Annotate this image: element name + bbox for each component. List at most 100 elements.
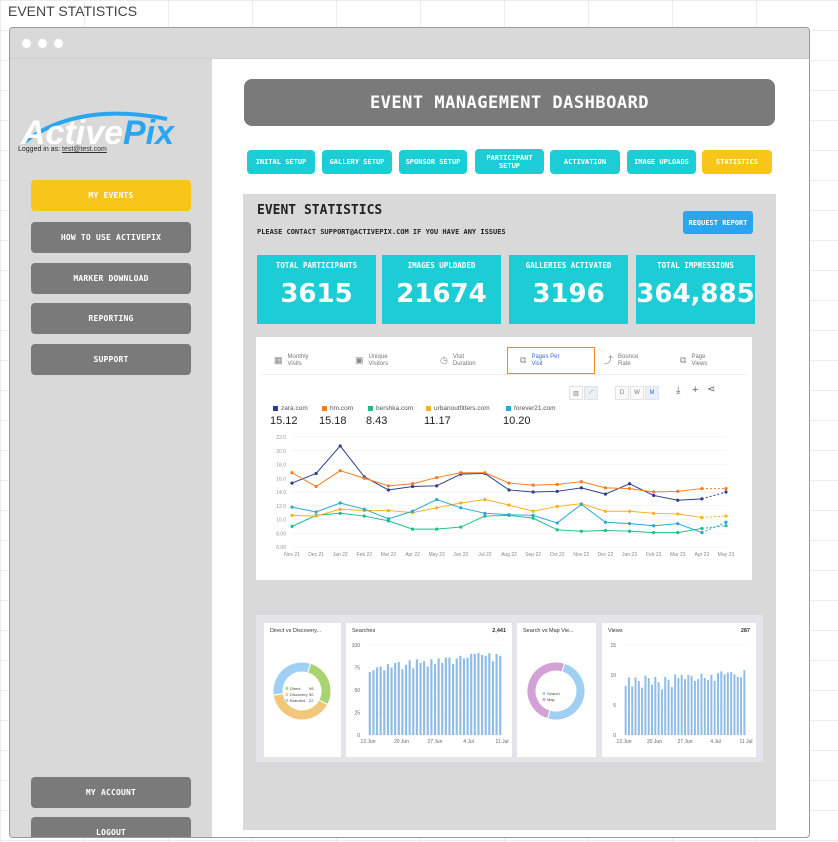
bar: [462, 658, 466, 735]
window-dot-icon[interactable]: [22, 38, 31, 48]
granularity-day-button[interactable]: D: [615, 386, 629, 400]
y-tick-label: 8.00: [276, 531, 286, 537]
y-tick-label: 10: [610, 673, 616, 679]
metric-tab-bounce-rate[interactable]: ⤴ Bounce Rate: [604, 347, 646, 374]
sidebar-item-my-events[interactable]: MY EVENTS: [31, 180, 191, 211]
data-point: [386, 488, 391, 492]
data-point: [603, 486, 608, 490]
data-point: [531, 509, 535, 513]
data-point: [676, 489, 680, 493]
legend-label: zara.com: [281, 405, 308, 412]
logged-in-email-link[interactable]: test@test.com: [62, 146, 107, 153]
granularity-week-button[interactable]: W: [630, 386, 644, 400]
window-dot-icon[interactable]: [38, 38, 47, 48]
x-tick-label: Dec 21: [308, 552, 324, 558]
series-line-projection: [701, 491, 727, 500]
data-point: [314, 510, 318, 514]
data-point: [700, 497, 704, 501]
legend-item-hm[interactable]: hm.com: [322, 405, 353, 412]
tab-participant-setup[interactable]: PARTICIPANT SETUP: [475, 149, 544, 174]
searches-card: Searches 2,441 0 25 50 75 100 13 Jun 20 Jun 27 …: [346, 623, 512, 757]
tab-sponsor-setup[interactable]: SPONSOR SETUP: [399, 150, 467, 174]
bar: [437, 658, 440, 735]
stat-value: 21674: [396, 279, 487, 309]
y-tick-label: 10.0: [276, 518, 286, 524]
data-point: [435, 527, 439, 531]
sidebar-item-reporting[interactable]: REPORTING: [31, 303, 191, 334]
y-tick-label: 16.0: [276, 476, 286, 482]
add-icon[interactable]: +: [692, 384, 698, 396]
data-point: [531, 516, 535, 520]
window-dot-icon[interactable]: [54, 38, 63, 48]
data-point: [483, 514, 487, 518]
y-tick-label: 6.00: [276, 545, 286, 551]
legend-checkbox-icon[interactable]: [368, 406, 373, 411]
data-point: [314, 471, 318, 476]
legend-value: 8.43: [366, 415, 388, 427]
legend-dot: [285, 687, 289, 690]
metric-tab-pages-per-visit[interactable]: ⧉ Pages Per Visit: [507, 347, 595, 374]
x-tick-label: 20 Jun: [394, 739, 409, 745]
legend-item-urbanoutfitters[interactable]: urbanoutfitters.com: [426, 405, 490, 412]
x-tick-label: Feb 22: [357, 552, 373, 558]
stat-label: TOTAL PARTICIPANTS: [275, 261, 358, 270]
tab-activation[interactable]: ACTIVATION: [550, 150, 620, 174]
legend-checkbox-icon[interactable]: [506, 406, 511, 411]
legend-item-zara[interactable]: zara.com: [273, 405, 308, 412]
bar: [484, 655, 487, 735]
granularity-month-button[interactable]: M: [645, 386, 659, 400]
tab-image-uploads[interactable]: IMAGE UPLOADS: [627, 150, 696, 174]
bar: [627, 677, 630, 735]
x-tick-label: Aug 22: [501, 552, 517, 558]
sidebar-item-my-account[interactable]: MY ACCOUNT: [31, 777, 191, 808]
bar: [383, 670, 386, 735]
data-point: [386, 508, 391, 513]
share-icon[interactable]: ⋖: [707, 384, 715, 395]
bar-view-icon[interactable]: ▥: [569, 386, 583, 400]
legend-checkbox-icon[interactable]: [426, 406, 431, 411]
data-point: [459, 471, 463, 475]
bar: [634, 677, 637, 735]
metric-tab-monthly-visits[interactable]: ▦ Monthly Visits: [274, 347, 318, 374]
legend-item-forever21[interactable]: forever21.com: [506, 405, 556, 412]
metric-tab-label: Visit Duration: [452, 353, 476, 367]
legend-checkbox-icon[interactable]: [273, 406, 278, 411]
data-point: [338, 507, 342, 511]
bar: [660, 689, 663, 735]
bar: [415, 659, 418, 735]
download-icon[interactable]: ⤓: [676, 385, 680, 396]
legend-checkbox-icon[interactable]: [322, 406, 327, 411]
bar: [466, 657, 469, 735]
sidebar-item-how-to-use[interactable]: HOW TO USE ACTIVEPIX: [31, 222, 191, 253]
bar: [386, 663, 390, 735]
data-point: [652, 511, 656, 515]
tab-initial-setup[interactable]: INITAL SETUP: [247, 150, 315, 174]
data-point: [652, 490, 656, 494]
bar: [419, 663, 422, 735]
stat-label: IMAGES UPLOADED: [407, 261, 476, 270]
bar: [677, 678, 680, 735]
line-view-icon[interactable]: ⟋: [584, 386, 598, 400]
x-tick-label: 13 Jun: [360, 739, 375, 745]
tab-gallery-setup[interactable]: GALLERY SETUP: [322, 150, 392, 174]
metric-tab-unique-visitors[interactable]: ▣ Unique Visitors: [355, 347, 401, 374]
support-notice: PLEASE CONTACT SUPPORT@ACTIVEPIX.COM IF …: [257, 228, 506, 236]
bounce-icon: ⤴: [604, 355, 614, 365]
sidebar-item-logout[interactable]: LOGOUT: [31, 817, 191, 837]
data-point: [579, 529, 583, 533]
legend-value: 11.17: [424, 415, 451, 427]
x-tick-label: Nov 21: [284, 552, 300, 558]
metric-tab-page-views[interactable]: ⧉ Page Views: [680, 347, 715, 374]
sidebar-item-support[interactable]: SUPPORT: [31, 344, 191, 375]
sidebar-item-marker-download[interactable]: MARKER DOWNLOAD: [31, 263, 191, 294]
y-tick-label: 50: [354, 688, 360, 694]
legend-item-bershka[interactable]: bershka.com: [368, 405, 413, 412]
x-tick-label: 4 Jul: [710, 739, 721, 745]
legend-value: 50: [309, 692, 314, 697]
y-tick-label: 5: [613, 703, 616, 709]
x-tick-label: 20 Jun: [647, 739, 662, 745]
tab-statistics[interactable]: STATISTICS: [702, 150, 772, 174]
bar: [631, 686, 634, 735]
metric-tab-visit-duration[interactable]: ◷ Visit Duration: [440, 347, 483, 374]
request-report-button[interactable]: REQUEST REPORT: [683, 211, 753, 234]
